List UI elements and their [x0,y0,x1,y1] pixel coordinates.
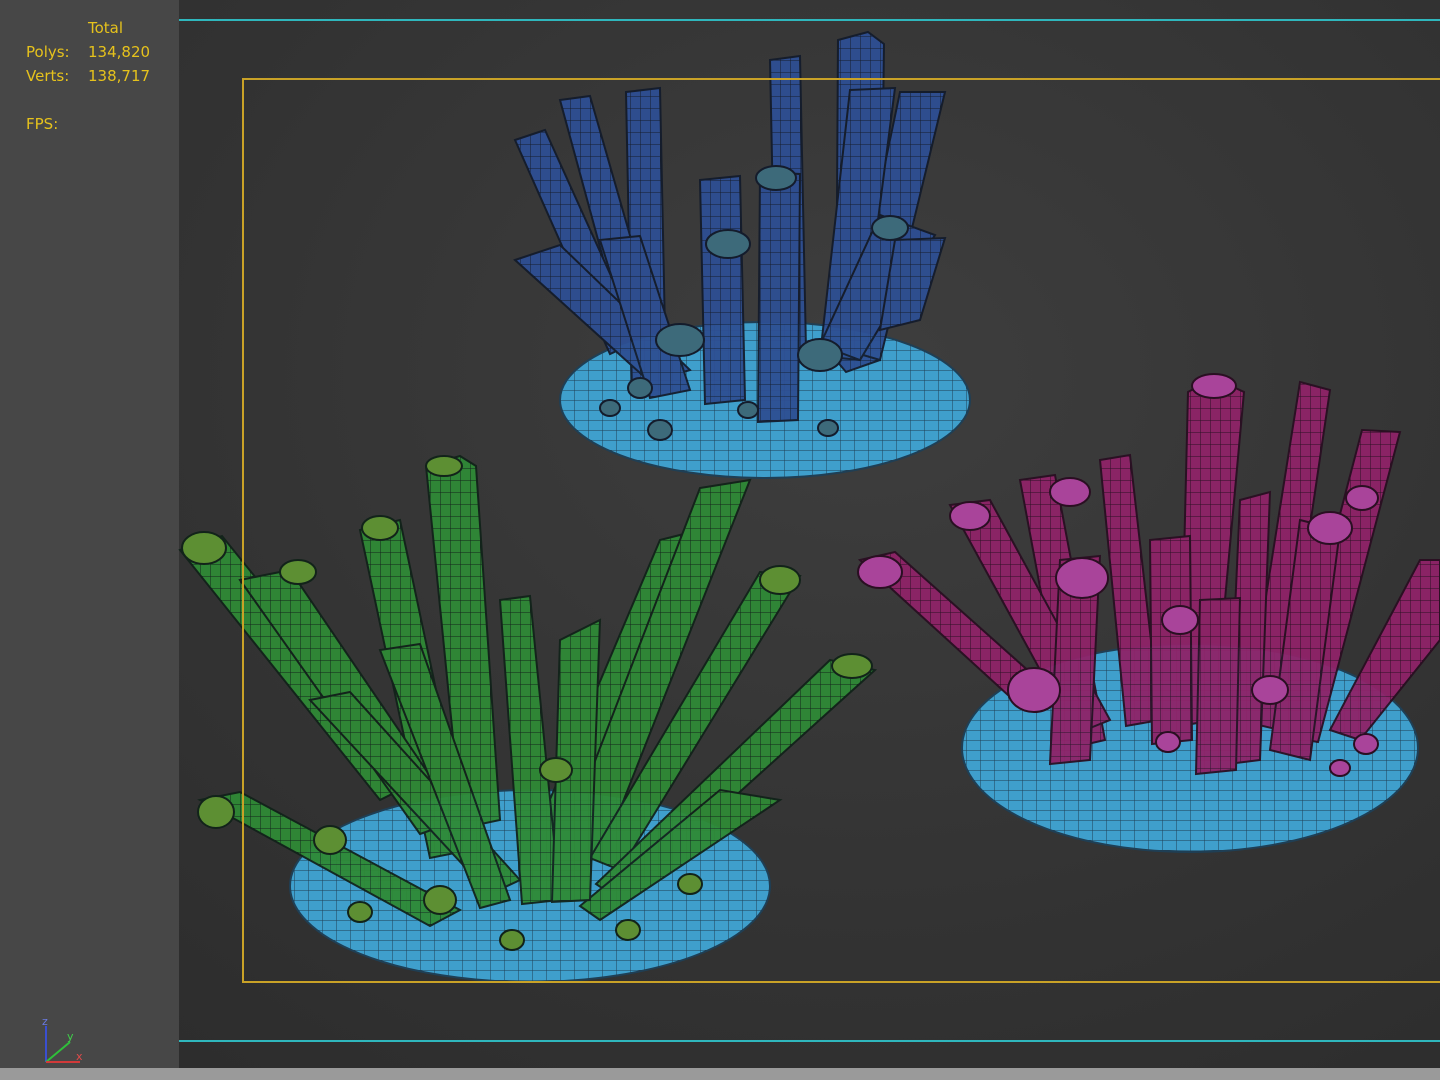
perspective-viewport[interactable]: Total Polys: 134,820 Verts: 138,717 FPS:… [0,0,1440,1068]
viewport-bottom-bar [0,1068,1440,1080]
stats-fps-row: FPS: [26,112,150,136]
axis-tripod-icon: z y x [42,1015,83,1063]
verts-value: 138,717 [88,67,151,85]
verts-label: Verts: [26,67,70,85]
stats-verts-row: Verts: 138,717 [26,64,150,88]
axis-x-label: x [76,1050,83,1063]
axis-y-label: y [67,1030,74,1043]
stats-polys-row: Polys: 134,820 [26,40,150,64]
axis-z-label: z [42,1015,48,1028]
letterbox-bottom-line [179,1040,1440,1042]
viewport-statistics: Total Polys: 134,820 Verts: 138,717 FPS: [26,16,150,136]
stats-header: Total [88,19,124,37]
safe-frame [242,78,1440,983]
letterbox-top-line [179,19,1440,21]
polys-label: Polys: [26,43,70,61]
fps-label: FPS: [26,115,59,133]
polys-value: 134,820 [88,43,151,61]
